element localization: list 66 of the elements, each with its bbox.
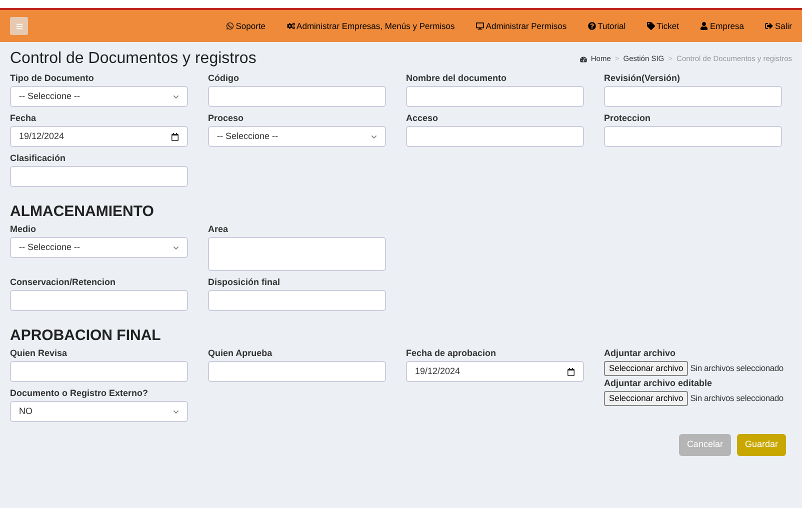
section-heading: APROBACION FINAL [10, 326, 162, 345]
input-field[interactable] [10, 290, 188, 311]
field-label: Conservacion/Retencion [10, 276, 117, 289]
input-field[interactable] [604, 126, 782, 147]
input-field[interactable] [208, 361, 386, 382]
select-field[interactable]: -- Seleccione -- [208, 126, 386, 147]
chat-icon [226, 22, 234, 30]
nav-link[interactable]: Empresa [700, 20, 744, 32]
field-label: Documento o Registro Externo? [10, 387, 150, 400]
calendar-icon [567, 368, 575, 376]
text-area[interactable] [208, 237, 386, 271]
field-label: Fecha de aprobacion [406, 347, 498, 360]
field-label: Nombre del documento [406, 72, 508, 85]
field-label: Disposición final [208, 276, 282, 289]
date-field[interactable]: 19/12/2024 [10, 126, 188, 147]
field-label: Medio [10, 223, 37, 236]
select-field[interactable]: NO [10, 401, 188, 422]
sign-out-icon [764, 22, 773, 30]
menu-icon [16, 22, 22, 30]
input-field[interactable] [208, 290, 386, 311]
menu-button[interactable] [10, 17, 28, 35]
monitor-icon [476, 22, 484, 30]
nav-link[interactable]: Tutorial [588, 20, 626, 32]
chevron-icon [173, 408, 179, 414]
select-field[interactable]: -- Seleccione -- [10, 86, 188, 107]
input-field[interactable] [406, 126, 584, 147]
choose-file-button[interactable]: Seleccionar archivo [604, 391, 688, 406]
field-label: Area [208, 223, 230, 236]
calendar-icon [171, 132, 179, 140]
field-label: Clasificación [10, 152, 67, 165]
choose-file-button[interactable]: Seleccionar archivo [604, 361, 688, 376]
field-label: Adjuntar archivo [604, 347, 677, 360]
field-label: Proceso [208, 112, 245, 125]
dashboard-icon [580, 56, 587, 62]
field-label: Acceso [406, 112, 440, 125]
select-field[interactable]: -- Seleccione -- [10, 237, 188, 258]
file-status: Sin archivos seleccionado [690, 362, 784, 375]
field-label: Quien Revisa [10, 347, 68, 360]
nav-link[interactable]: Administrar Permisos [476, 20, 567, 32]
field-label: Proteccion [604, 112, 652, 125]
input-field[interactable] [208, 86, 386, 107]
nav-link[interactable]: Soporte [226, 20, 266, 32]
nav-link[interactable]: Salir [764, 20, 792, 32]
input-field[interactable] [10, 361, 188, 382]
field-label: Tipo de Documento [10, 72, 95, 85]
input-field[interactable] [10, 166, 188, 187]
section-heading: ALMACENAMIENTO [10, 202, 155, 221]
nav-link[interactable]: Ticket [646, 20, 679, 32]
chevron-icon [173, 244, 179, 250]
field-label: Fecha [10, 112, 38, 125]
tag-icon [646, 22, 655, 30]
input-field[interactable] [604, 86, 782, 107]
chevron-icon [173, 94, 179, 100]
date-field[interactable]: 19/12/2024 [406, 361, 584, 382]
nav-link[interactable]: Administrar Empresas, Menús y Permisos [286, 20, 455, 32]
chevron-icon [371, 134, 377, 140]
field-label: Quien Aprueba [208, 347, 274, 360]
page-title: Control de Documentos y registros [10, 49, 256, 69]
question-icon [588, 22, 596, 30]
field-label: Código [208, 72, 240, 85]
user-icon [700, 22, 708, 30]
field-label: Revisión(Versión) [604, 72, 682, 85]
file-status: Sin archivos seleccionado [690, 392, 784, 405]
input-field[interactable] [406, 86, 584, 107]
gears-icon [286, 22, 295, 30]
field-label: Adjuntar archivo editable [604, 377, 714, 390]
